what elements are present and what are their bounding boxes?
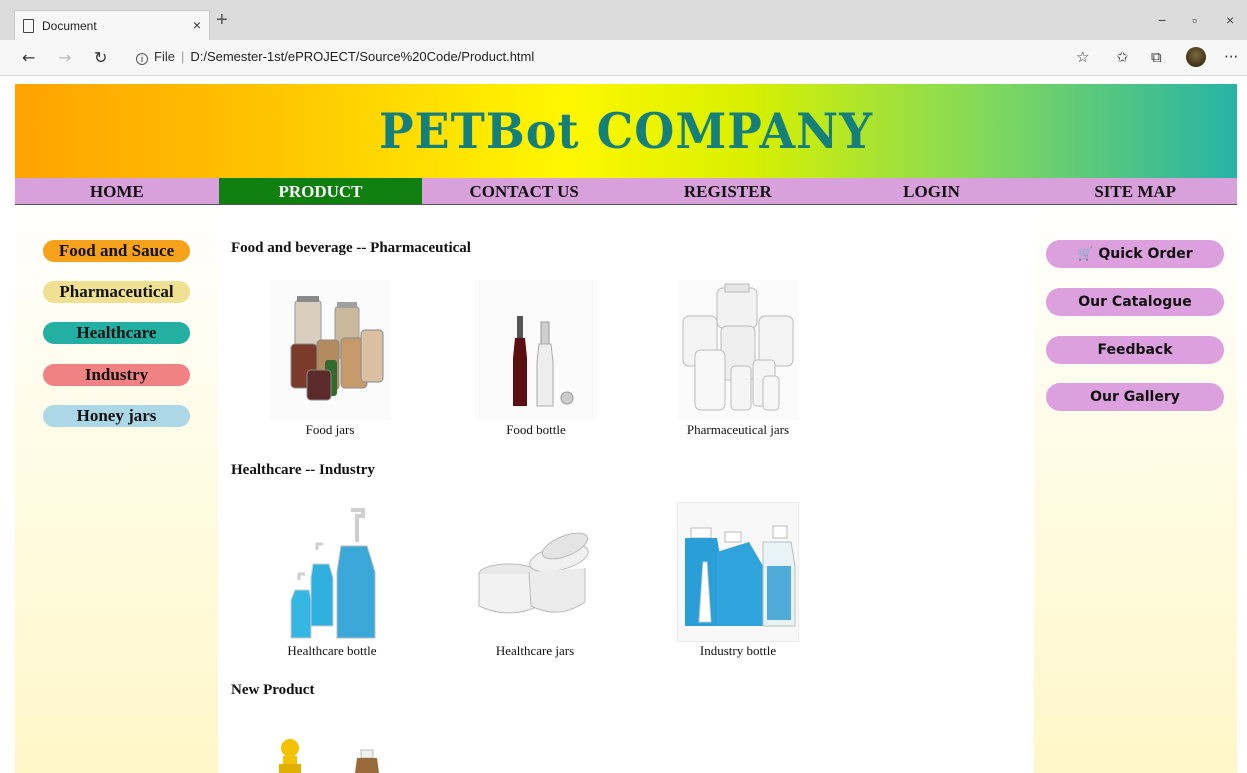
product-caption: Pharmaceutical jars	[686, 422, 790, 437]
product-caption: Food jars	[305, 422, 355, 437]
nav-login[interactable]: LOGIN	[830, 178, 1034, 204]
nav-contact-us[interactable]: CONTACT US	[422, 178, 626, 204]
nav-product[interactable]: PRODUCT	[218, 178, 423, 204]
favorites-list-icon[interactable]: ✩	[1116, 48, 1129, 66]
category-industry[interactable]: Industry	[43, 364, 190, 386]
healthcare-bottle-image[interactable]	[271, 502, 393, 644]
refresh-icon[interactable]: ↻	[94, 48, 107, 67]
our-catalogue-button[interactable]: Our Catalogue	[1046, 288, 1224, 316]
main-nav: HOME PRODUCT CONTACT US REGISTER LOGIN S…	[15, 178, 1237, 205]
quick-order-label: Quick Order	[1098, 246, 1193, 262]
more-menu-icon[interactable]: ···	[1224, 48, 1238, 66]
section-title: Healthcare -- Industry	[231, 462, 375, 478]
product-caption: Healthcare bottle	[287, 643, 377, 658]
url-text[interactable]: D:/Semester-1st/ePROJECT/Source%20Code/P…	[190, 49, 534, 64]
url-file-label: File	[154, 49, 175, 64]
quick-order-button[interactable]: 🛒 Quick Order	[1046, 240, 1224, 268]
new-tab-icon[interactable]: +	[216, 10, 228, 30]
food-jars-image[interactable]	[269, 280, 391, 422]
address-bar: ← → ↻ i File | D:/Semester-1st/ePROJECT/Sou…	[0, 40, 1247, 76]
new-product-image[interactable]	[273, 736, 395, 773]
section-title: New Product	[231, 682, 315, 698]
nav-home[interactable]: HOME	[15, 178, 219, 204]
close-window-icon[interactable]: ×	[1226, 12, 1234, 28]
product-caption: Industry bottle	[699, 643, 777, 658]
profile-avatar[interactable]	[1186, 47, 1206, 67]
feedback-button[interactable]: Feedback	[1046, 336, 1224, 364]
category-food-and-sauce[interactable]: Food and Sauce	[43, 240, 190, 262]
cart-icon: 🛒	[1077, 247, 1094, 262]
food-bottle-image[interactable]	[475, 280, 597, 422]
favorite-star-icon[interactable]: ☆	[1076, 48, 1089, 66]
nav-site-map[interactable]: SITE MAP	[1033, 178, 1237, 204]
minimize-icon[interactable]: −	[1158, 12, 1166, 28]
info-icon[interactable]: i	[136, 53, 148, 65]
healthcare-jars-image[interactable]	[473, 502, 595, 644]
web-page: PETBot COMPANY HOME PRODUCT CONTACT US R…	[15, 84, 1237, 773]
section-title: Food and beverage -- Pharmaceutical	[231, 240, 471, 256]
company-title: PETBot COMPANY	[378, 102, 874, 160]
right-sidebar: 🛒 Quick Order Our Catalogue Feedback Our…	[1034, 206, 1237, 773]
pharmaceutical-jars-image[interactable]	[677, 280, 799, 422]
url-separator: |	[180, 49, 185, 64]
industry-bottle-image[interactable]	[677, 502, 799, 644]
category-pharmaceutical[interactable]: Pharmaceutical	[43, 281, 190, 303]
product-caption: Food bottle	[506, 422, 566, 437]
url-field[interactable]: i File | D:/Semester-1st/ePROJECT/Source%20…	[136, 49, 534, 65]
collections-icon[interactable]: ⧉	[1151, 48, 1162, 66]
header-banner: PETBot COMPANY	[15, 84, 1237, 178]
category-healthcare[interactable]: Healthcare	[43, 322, 190, 344]
browser-tab[interactable]: Document ×	[14, 10, 210, 40]
document-icon	[23, 18, 34, 33]
category-honey-jars[interactable]: Honey jars	[43, 405, 190, 427]
browser-tab-bar: Document × + − ▫ ×	[0, 0, 1247, 40]
our-gallery-button[interactable]: Our Gallery	[1046, 383, 1224, 411]
close-tab-icon[interactable]: ×	[193, 17, 201, 33]
left-sidebar: Food and Sauce Pharmaceutical Healthcare…	[15, 206, 218, 773]
back-icon[interactable]: ←	[22, 48, 35, 67]
nav-register[interactable]: REGISTER	[626, 178, 830, 204]
tab-title: Document	[42, 18, 97, 33]
maximize-icon[interactable]: ▫	[1192, 12, 1197, 28]
product-caption: Healthcare jars	[495, 643, 575, 658]
forward-icon[interactable]: →	[58, 48, 71, 67]
